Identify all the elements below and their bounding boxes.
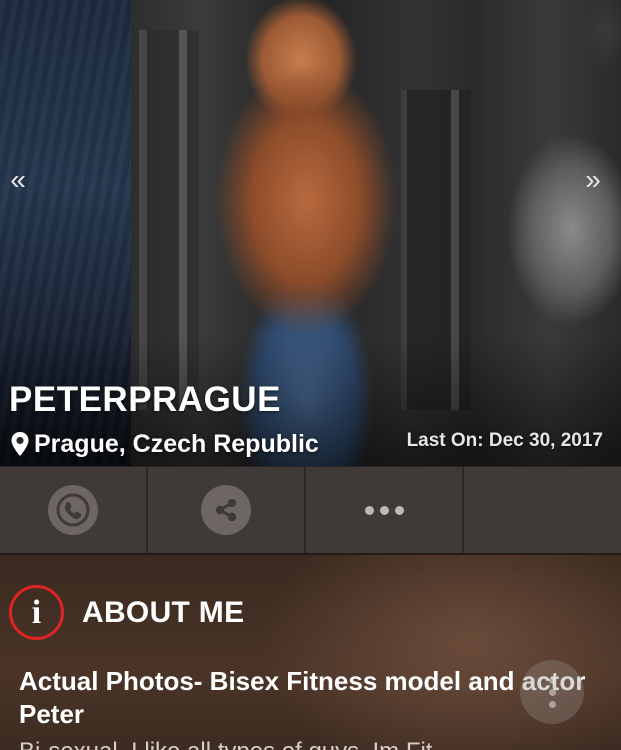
about-body-text: Bi-sexual, I like all types of guys. Im … xyxy=(19,737,609,750)
floating-menu-button[interactable] xyxy=(520,660,584,724)
location-pin-icon xyxy=(11,432,29,456)
profile-username: PETERPRAGUE xyxy=(9,380,281,419)
phone-icon xyxy=(56,493,90,527)
about-header: i ABOUT ME xyxy=(9,585,244,640)
about-title: ABOUT ME xyxy=(82,595,245,629)
profile-location: Prague, Czech Republic xyxy=(10,428,319,460)
share-button[interactable] xyxy=(201,485,251,535)
action-bar xyxy=(0,466,621,554)
more-action[interactable] xyxy=(306,467,464,553)
call-button[interactable] xyxy=(48,485,98,535)
call-action[interactable] xyxy=(0,467,148,553)
more-vertical-icon xyxy=(548,676,556,684)
about-section: i ABOUT ME Actual Photos- Bisex Fitness … xyxy=(0,555,621,750)
carousel-prev-button[interactable]: « xyxy=(0,160,36,200)
share-icon xyxy=(215,498,237,522)
info-icon: i xyxy=(9,585,64,640)
location-text: Prague, Czech Republic xyxy=(34,429,319,458)
share-action[interactable] xyxy=(148,467,306,553)
last-online-text: Last On: Dec 30, 2017 xyxy=(406,430,603,451)
action-bar-empty-slot xyxy=(464,467,621,553)
photo-carousel[interactable]: « » PETERPRAGUE Prague, Czech Republic L… xyxy=(0,0,621,466)
more-horizontal-icon[interactable] xyxy=(364,505,404,515)
carousel-next-button[interactable]: » xyxy=(575,160,611,200)
